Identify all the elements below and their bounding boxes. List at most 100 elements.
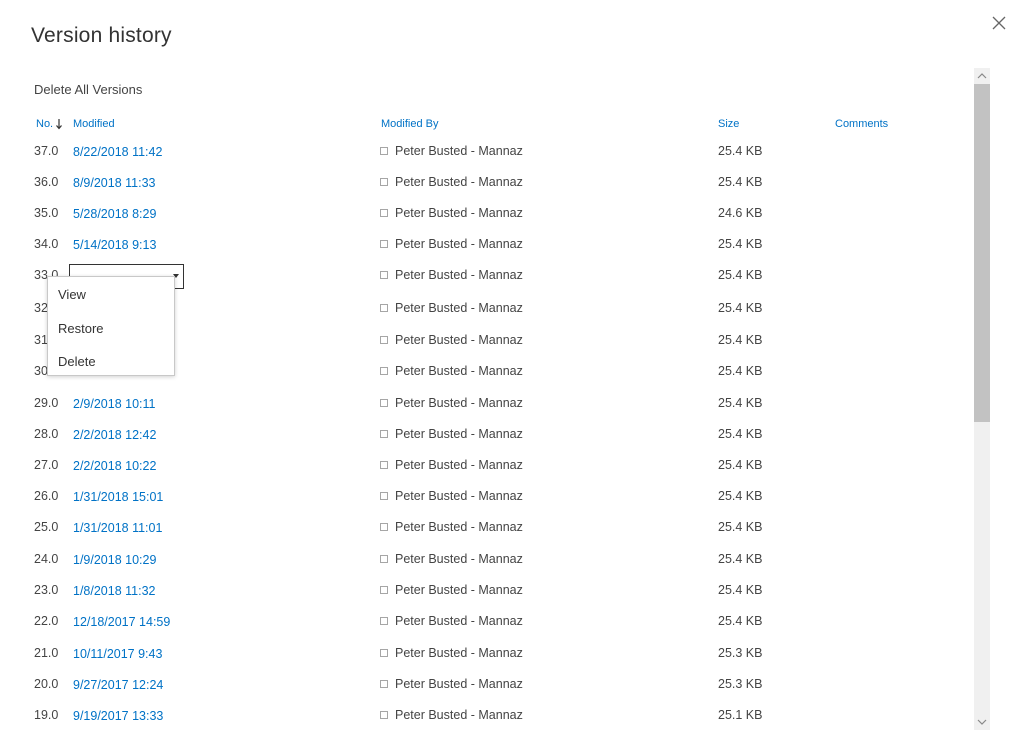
modified-by-name: Peter Busted - Mannaz (395, 268, 523, 282)
file-size: 25.4 KB (718, 144, 763, 158)
person-presence-icon (380, 586, 388, 594)
modified-by-name: Peter Busted - Mannaz (395, 237, 523, 251)
person-presence-icon (380, 147, 388, 155)
version-number: 24.0 (34, 552, 59, 566)
modified-by-cell: Peter Busted - Mannaz (380, 144, 523, 158)
version-row: 24.0 1/9/2018 10:29 Peter Busted - Mannaz 2… (0, 552, 970, 583)
modified-date-link[interactable]: 9/27/2017 12:24 (73, 678, 163, 692)
close-button[interactable] (989, 13, 1009, 33)
version-number: 23.0 (34, 583, 59, 597)
modified-date-link[interactable]: 9/19/2017 13:33 (73, 709, 163, 723)
file-size: 25.4 KB (718, 396, 763, 410)
person-presence-icon (380, 492, 388, 500)
file-size: 25.4 KB (718, 268, 763, 282)
modified-by-name: Peter Busted - Mannaz (395, 364, 523, 378)
person-presence-icon (380, 271, 388, 279)
version-row: 26.0 1/31/2018 15:01 Peter Busted - Mannaz… (0, 489, 970, 520)
modified-by-cell: Peter Busted - Mannaz (380, 268, 523, 282)
modified-date-link[interactable]: 5/14/2018 9:13 (73, 238, 156, 252)
modified-date-link[interactable]: 8/22/2018 11:42 (73, 145, 162, 159)
modified-by-name: Peter Busted - Mannaz (395, 458, 523, 472)
version-number: 37.0 (34, 144, 59, 158)
modified-by-name: Peter Busted - Mannaz (395, 520, 523, 534)
modified-date-link[interactable]: 1/9/2018 10:29 (73, 553, 156, 567)
modified-by-name: Peter Busted - Mannaz (395, 646, 523, 660)
version-number: 26.0 (34, 489, 59, 503)
modified-date-link[interactable]: 1/31/2018 11:01 (73, 521, 162, 535)
version-number: 19.0 (34, 708, 59, 722)
file-size: 25.4 KB (718, 427, 763, 441)
person-presence-icon (380, 649, 388, 657)
file-size: 25.4 KB (718, 614, 763, 628)
version-number: 20.0 (34, 677, 59, 691)
version-row: 25.0 1/31/2018 11:01 Peter Busted - Mannaz… (0, 520, 970, 551)
menu-item-restore[interactable]: Restore (58, 321, 104, 336)
chevron-up-icon (977, 73, 987, 79)
file-size: 25.4 KB (718, 237, 763, 251)
file-size: 25.4 KB (718, 333, 763, 347)
person-presence-icon (380, 711, 388, 719)
close-icon (992, 16, 1006, 30)
menu-item-view[interactable]: View (58, 287, 86, 302)
person-presence-icon (380, 617, 388, 625)
scroll-up-button[interactable] (974, 68, 990, 84)
modified-date-link[interactable]: 2/2/2018 10:22 (73, 459, 156, 473)
modified-by-name: Peter Busted - Mannaz (395, 708, 523, 722)
file-size: 25.4 KB (718, 458, 763, 472)
modified-by-name: Peter Busted - Mannaz (395, 489, 523, 503)
modified-by-cell: Peter Busted - Mannaz (380, 237, 523, 251)
modified-by-name: Peter Busted - Mannaz (395, 301, 523, 315)
modified-date-link[interactable]: 2/9/2018 10:11 (73, 397, 155, 411)
version-row: 29.0 2/9/2018 10:11 Peter Busted - Mannaz 2… (0, 396, 970, 427)
file-size: 25.4 KB (718, 520, 763, 534)
file-size: 25.4 KB (718, 364, 763, 378)
modified-date-link[interactable]: 2/2/2018 12:42 (73, 428, 156, 442)
version-row: 22.0 12/18/2017 14:59 Peter Busted - Manna… (0, 614, 970, 645)
modified-by-cell: Peter Busted - Mannaz (380, 396, 523, 410)
version-row: 36.0 8/9/2018 11:33 Peter Busted - Mannaz 2… (0, 175, 970, 206)
version-row: 21.0 10/11/2017 9:43 Peter Busted - Mannaz… (0, 646, 970, 677)
modified-date-link[interactable]: 12/18/2017 14:59 (73, 615, 170, 629)
modified-by-cell: Peter Busted - Mannaz (380, 333, 523, 347)
menu-item-delete[interactable]: Delete (58, 354, 96, 369)
modified-by-cell: Peter Busted - Mannaz (380, 677, 523, 691)
version-number: 21.0 (34, 646, 59, 660)
version-number: 27.0 (34, 458, 59, 472)
version-row: 23.0 1/8/2018 11:32 Peter Busted - Mannaz 2… (0, 583, 970, 614)
version-row: 27.0 2/2/2018 10:22 Peter Busted - Mannaz 2… (0, 458, 970, 489)
modified-by-name: Peter Busted - Mannaz (395, 614, 523, 628)
scroll-thumb[interactable] (974, 84, 990, 422)
modified-by-name: Peter Busted - Mannaz (395, 427, 523, 441)
vertical-scrollbar[interactable] (974, 68, 990, 730)
person-presence-icon (380, 680, 388, 688)
person-presence-icon (380, 304, 388, 312)
version-number: 28.0 (34, 427, 59, 441)
person-presence-icon (380, 240, 388, 248)
modified-date-link[interactable]: 1/31/2018 15:01 (73, 490, 163, 504)
version-row: 37.0 8/22/2018 11:42 Peter Busted - Mannaz… (0, 144, 970, 175)
modified-by-cell: Peter Busted - Mannaz (380, 458, 523, 472)
version-row: 20.0 9/27/2017 12:24 Peter Busted - Mannaz… (0, 677, 970, 708)
scroll-down-button[interactable] (974, 714, 990, 730)
version-number: 22.0 (34, 614, 59, 628)
modified-by-cell: Peter Busted - Mannaz (380, 364, 523, 378)
person-presence-icon (380, 399, 388, 407)
modified-date-link[interactable]: 10/11/2017 9:43 (73, 647, 162, 661)
modified-by-name: Peter Busted - Mannaz (395, 333, 523, 347)
modified-by-name: Peter Busted - Mannaz (395, 206, 523, 220)
version-number: 25.0 (34, 520, 59, 534)
person-presence-icon (380, 367, 388, 375)
modified-by-name: Peter Busted - Mannaz (395, 175, 523, 189)
file-size: 25.4 KB (718, 489, 763, 503)
person-presence-icon (380, 523, 388, 531)
file-size: 25.3 KB (718, 646, 763, 660)
modified-by-cell: Peter Busted - Mannaz (380, 427, 523, 441)
modified-date-link[interactable]: 5/28/2018 8:29 (73, 207, 156, 221)
modified-date-link[interactable]: 1/8/2018 11:32 (73, 584, 155, 598)
modified-by-name: Peter Busted - Mannaz (395, 552, 523, 566)
modified-date-link[interactable]: 8/9/2018 11:33 (73, 176, 155, 190)
person-presence-icon (380, 336, 388, 344)
version-number: 35.0 (34, 206, 59, 220)
modified-by-name: Peter Busted - Mannaz (395, 583, 523, 597)
modified-by-cell: Peter Busted - Mannaz (380, 175, 523, 189)
